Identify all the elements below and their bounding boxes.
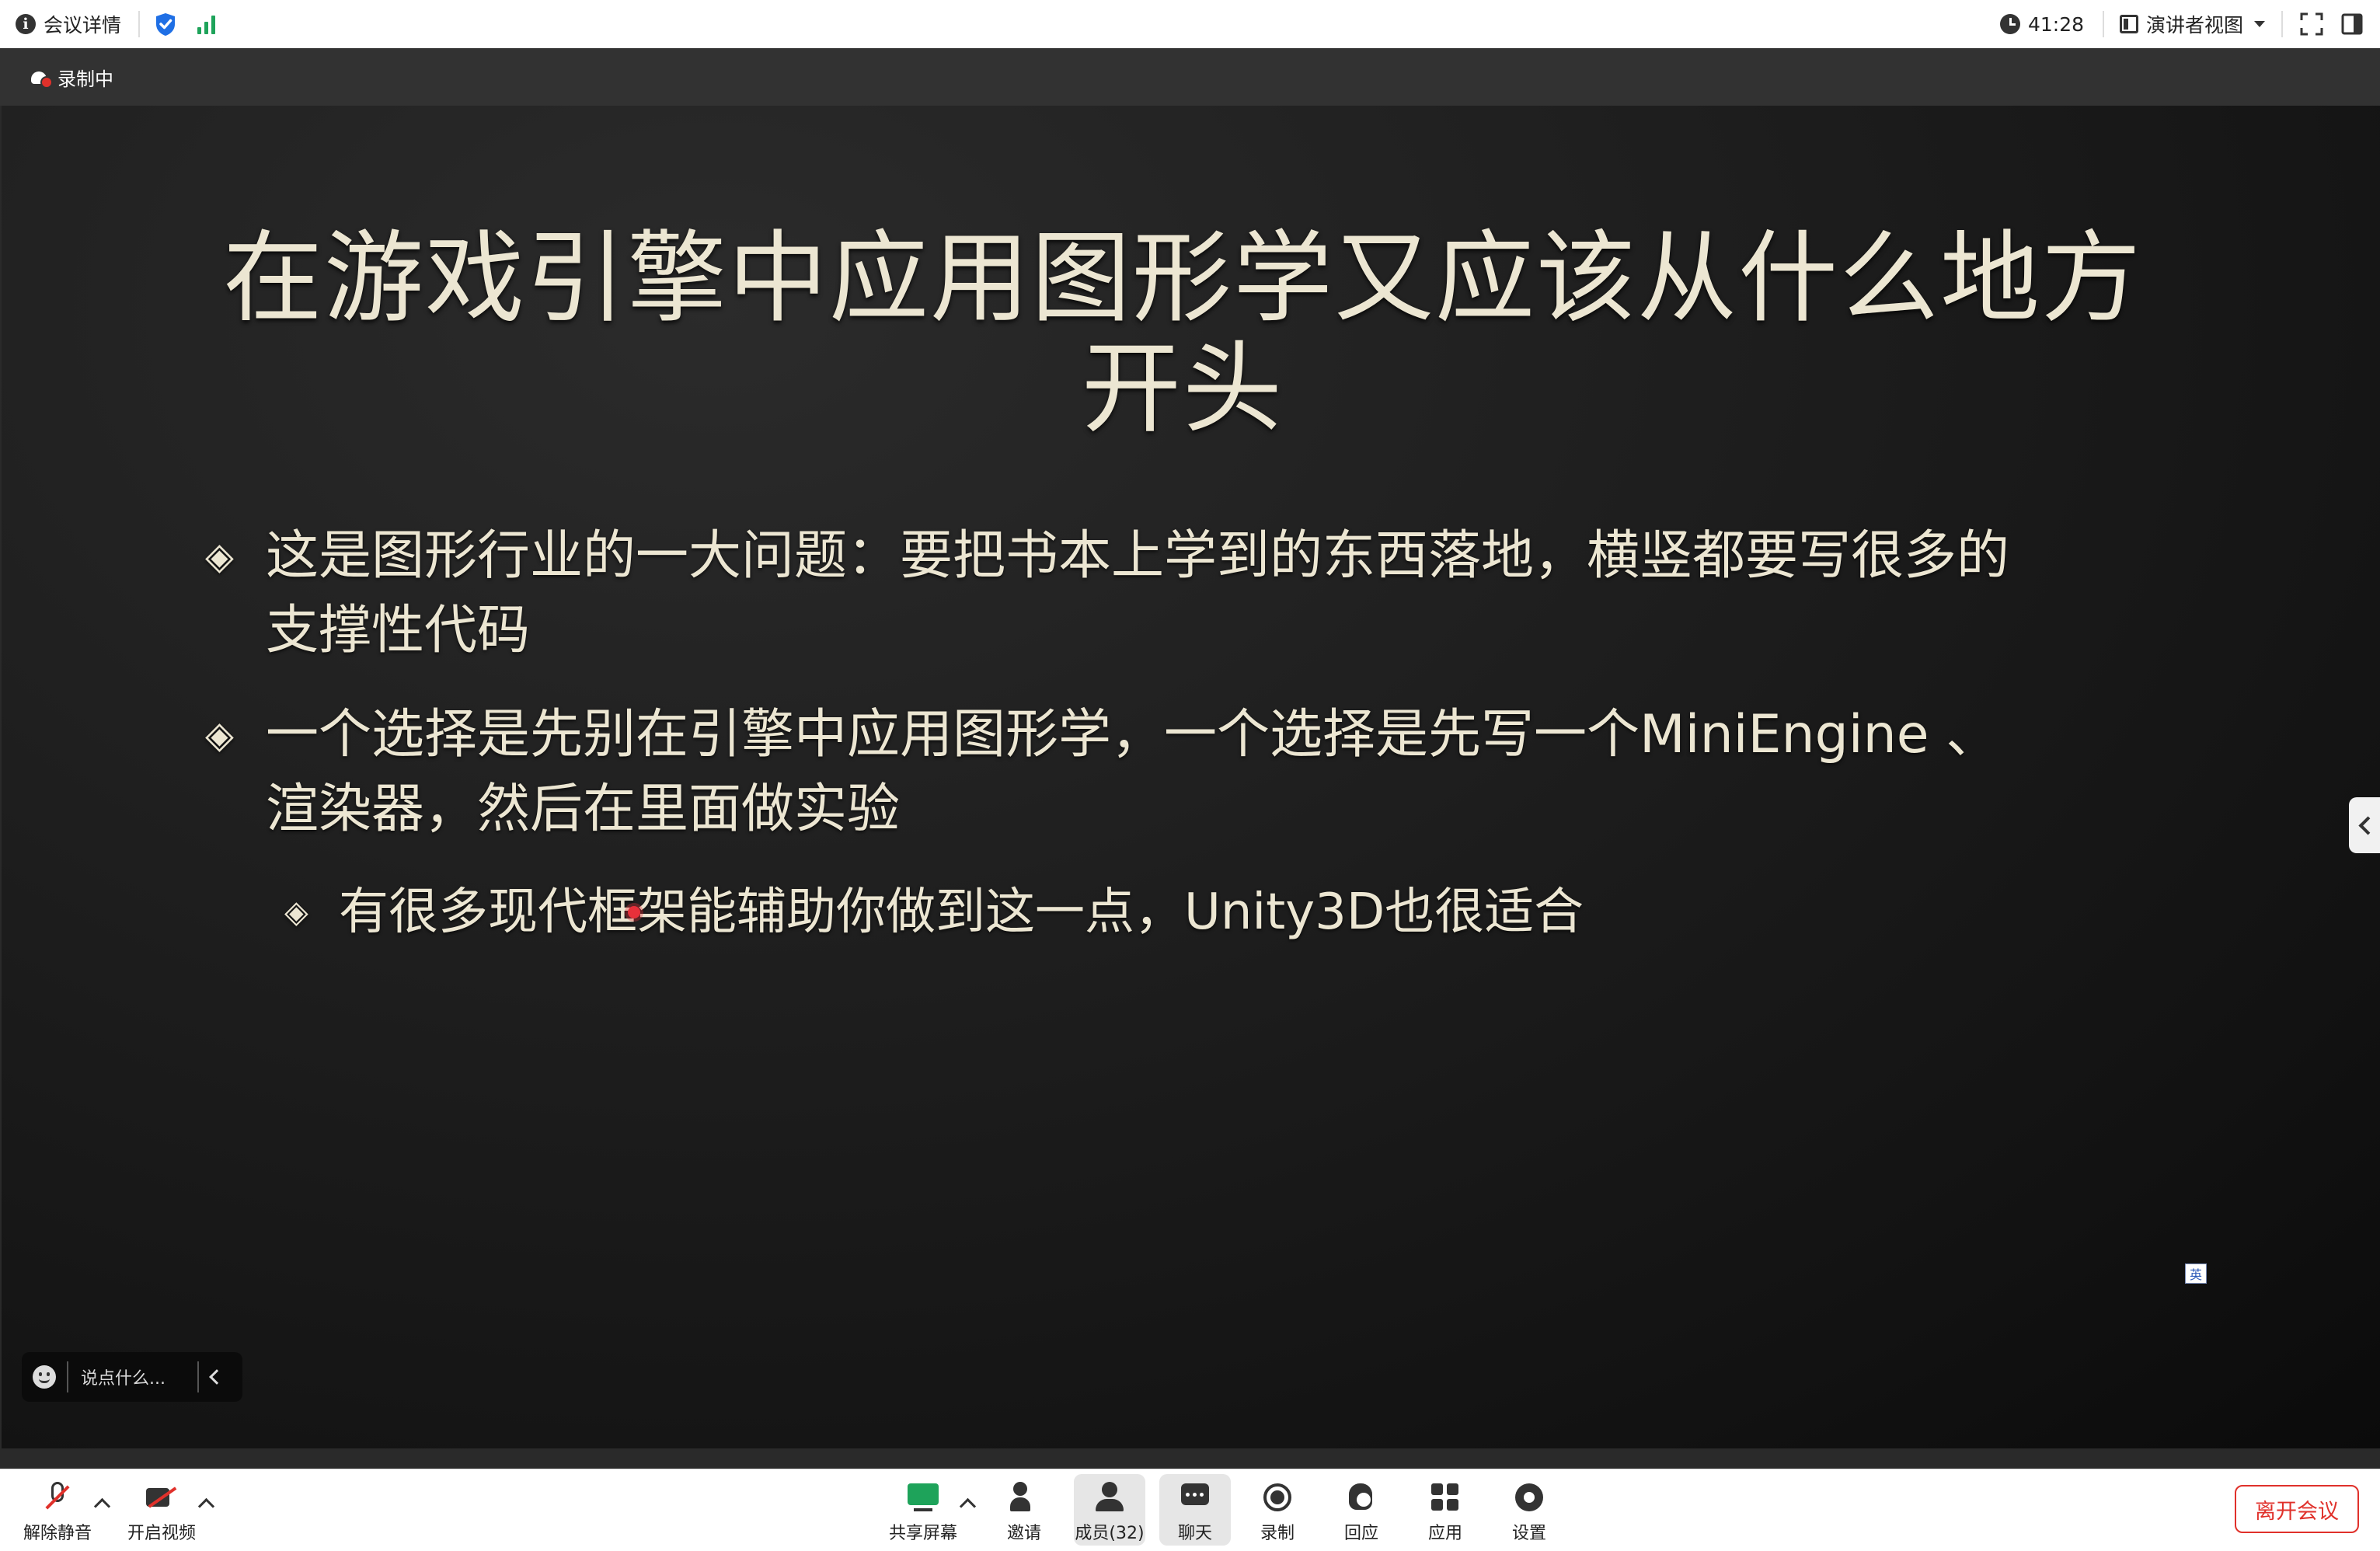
- share-screen-label: 共享屏幕: [888, 1524, 957, 1543]
- security-button[interactable]: [154, 0, 177, 48]
- invite-button[interactable]: 邀请: [988, 1474, 1060, 1546]
- caret-down-icon: [2254, 21, 2266, 27]
- view-mode-dropdown[interactable]: 演讲者视图: [2120, 0, 2267, 48]
- meeting-stage: 录制中 在游戏引擎中应用图形学又应该从什么地方 开头 ◈ 这是图形行业的一大问题…: [0, 48, 2380, 1469]
- divider: [2103, 11, 2104, 37]
- unmute-label: 解除静音: [23, 1524, 92, 1543]
- settings-button[interactable]: 设置: [1493, 1474, 1565, 1546]
- side-panel-icon: [2341, 13, 2363, 35]
- react-button[interactable]: 回应: [1326, 1474, 1397, 1546]
- chat-input[interactable]: 说点什么...: [81, 1365, 197, 1389]
- audio-options-caret[interactable]: [93, 1497, 111, 1515]
- chat-icon: [1178, 1480, 1212, 1514]
- info-icon: i: [16, 14, 36, 34]
- network-status[interactable]: [197, 0, 215, 48]
- leave-meeting-button[interactable]: 离开会议: [2235, 1485, 2359, 1533]
- bullet-text: 支撑性代码: [266, 600, 531, 661]
- start-video-label: 开启视频: [127, 1524, 196, 1543]
- recording-strip: 录制中: [0, 48, 2380, 106]
- slide-bullet: ◈ 这是图形行业的一大问题：要把书本上学到的东西落地，横竖都要写很多的 支撑性代…: [205, 519, 2177, 668]
- diamond-bullet-icon: ◈: [284, 894, 308, 930]
- slide-title-line: 在游戏引擎中应用图形学又应该从什么地方: [222, 221, 2142, 336]
- meeting-details-button[interactable]: i 会议详情: [16, 0, 121, 48]
- bullet-text: 有很多现代框架能辅助你做到这一点，Unity3D也很适合: [339, 884, 1584, 941]
- settings-label: 设置: [1511, 1524, 1546, 1543]
- quick-chat-bar[interactable]: 说点什么...: [22, 1352, 242, 1402]
- presenter-view-icon: [2120, 15, 2138, 33]
- meeting-details-label: 会议详情: [44, 14, 122, 37]
- chat-label: 聊天: [1177, 1524, 1212, 1543]
- recording-indicator[interactable]: 录制中: [28, 64, 113, 90]
- members-icon: [1092, 1480, 1127, 1514]
- slide-sub-bullet: ◈ 有很多现代框架能辅助你做到这一点，Unity3D也很适合: [284, 875, 2126, 950]
- share-screen-icon: [906, 1480, 940, 1514]
- language-badge[interactable]: 英: [2185, 1263, 2207, 1284]
- gear-icon: [1512, 1480, 1546, 1514]
- chat-button[interactable]: 聊天: [1159, 1474, 1231, 1546]
- divider: [2281, 11, 2283, 37]
- expand-sidebar-button[interactable]: [2349, 797, 2380, 853]
- share-options-caret[interactable]: [959, 1497, 977, 1515]
- diamond-bullet-icon: ◈: [205, 713, 234, 757]
- collapse-chevron-icon[interactable]: [199, 1361, 230, 1392]
- hand-react-icon: [1344, 1480, 1378, 1514]
- fullscreen-icon: [2300, 12, 2323, 36]
- react-label: 回应: [1343, 1524, 1378, 1543]
- shared-slide: 在游戏引擎中应用图形学又应该从什么地方 开头 ◈ 这是图形行业的一大问题：要把书…: [2, 106, 2380, 1448]
- slide-bullet: ◈ 一个选择是先别在引擎中应用图形学，一个选择是先写一个MiniEngine 、…: [205, 698, 2177, 847]
- invite-icon: [1007, 1480, 1041, 1514]
- timer-text: 41:28: [2028, 12, 2085, 36]
- unmute-button[interactable]: 解除静音: [20, 1474, 95, 1546]
- record-button[interactable]: 录制: [1242, 1474, 1313, 1546]
- bullet-text: 这是图形行业的一大问题：要把书本上学到的东西落地，横竖都要写很多的: [266, 525, 2010, 587]
- apps-button[interactable]: 应用: [1410, 1474, 1481, 1546]
- emoji-icon[interactable]: [33, 1365, 56, 1389]
- slide-title: 在游戏引擎中应用图形学又应该从什么地方 开头: [110, 224, 2255, 444]
- members-button[interactable]: 成员(32): [1074, 1474, 1145, 1546]
- divider: [67, 1361, 68, 1392]
- diamond-bullet-icon: ◈: [205, 535, 234, 578]
- fullscreen-button[interactable]: [2300, 0, 2323, 48]
- video-options-caret[interactable]: [197, 1497, 215, 1515]
- cloud-record-icon: [28, 68, 53, 89]
- shield-icon: [156, 13, 175, 36]
- bottom-toolbar: 解除静音 开启视频 共享屏幕 邀请 成员(32) 聊天 录制 回应 应用 设置 …: [0, 1469, 2380, 1551]
- camera-off-icon: [145, 1480, 179, 1514]
- bullet-text: 渲染器，然后在里面做实验: [266, 779, 901, 840]
- members-label: 成员(32): [1075, 1524, 1145, 1543]
- apps-label: 应用: [1427, 1524, 1462, 1543]
- laser-pointer: [628, 906, 640, 918]
- signal-icon: [197, 14, 215, 34]
- invite-label: 邀请: [1006, 1524, 1041, 1543]
- bullet-text: 一个选择是先别在引擎中应用图形学，一个选择是先写一个MiniEngine 、: [266, 704, 1999, 765]
- recording-label: 录制中: [57, 68, 113, 90]
- record-icon: [1260, 1480, 1295, 1514]
- view-mode-label: 演讲者视图: [2146, 14, 2244, 37]
- record-label: 录制: [1260, 1524, 1295, 1543]
- mic-muted-icon: [40, 1480, 75, 1514]
- start-video-button[interactable]: 开启视频: [124, 1474, 199, 1546]
- divider: [138, 11, 140, 37]
- slide-title-line: 开头: [1081, 331, 1284, 447]
- top-bar: i 会议详情 41:28 演讲者视图: [0, 0, 2380, 49]
- meeting-timer: 41:28: [2000, 0, 2084, 48]
- share-screen-button[interactable]: 共享屏幕: [886, 1474, 960, 1546]
- clock-icon: [2000, 14, 2020, 34]
- side-panel-toggle[interactable]: [2340, 0, 2364, 48]
- apps-grid-icon: [1428, 1480, 1462, 1514]
